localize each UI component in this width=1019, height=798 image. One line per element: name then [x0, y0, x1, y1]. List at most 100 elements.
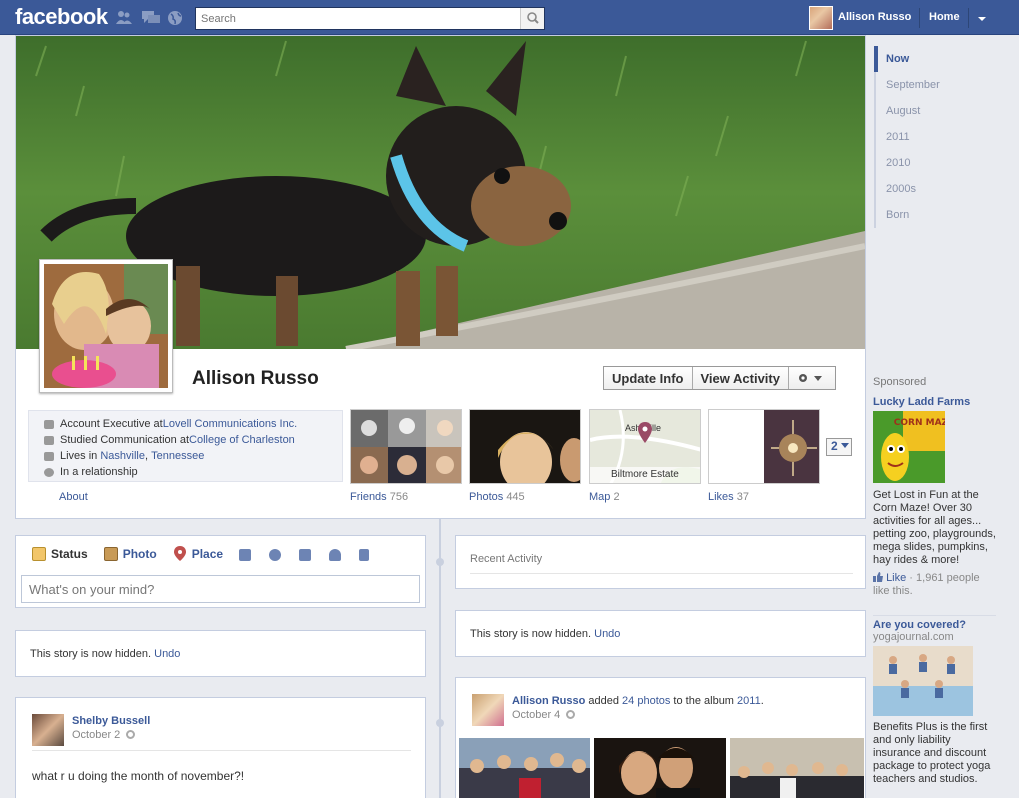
ad-image[interactable]: CORN MAZE [873, 411, 954, 483]
school-link[interactable]: College of Charleston [189, 434, 295, 446]
ad-title[interactable]: Are you covered? [873, 619, 998, 631]
map-pin-icon [638, 422, 652, 443]
photos-preview-image [470, 410, 580, 483]
thumbs-up-icon [873, 572, 883, 582]
status-icon [32, 547, 46, 561]
map-place-label: Biltmore Estate [590, 467, 700, 483]
friends-tile[interactable] [350, 409, 462, 484]
view-activity-button[interactable]: View Activity [693, 367, 789, 389]
post-author-link[interactable]: Shelby Bussell [72, 715, 150, 727]
ad-lucky-ladd[interactable]: Lucky Ladd Farms CORN MAZE Get Lost in F… [873, 396, 998, 598]
search-button[interactable] [520, 8, 544, 29]
employer-link[interactable]: Lovell Communications Inc. [163, 418, 298, 430]
ad-yoga-journal[interactable]: Are you covered? yogajournal.com Benefit… [873, 619, 998, 786]
photos-tile[interactable] [469, 409, 581, 484]
author-avatar[interactable] [472, 694, 504, 726]
timeline-marker [436, 719, 444, 727]
nav-divider [919, 8, 920, 28]
status-input[interactable]: What's on your mind? [21, 575, 420, 603]
user-avatar[interactable] [809, 6, 833, 30]
map-link[interactable]: Map 2 [589, 491, 620, 503]
status-composer: Status Photo Place What's on your mind? [15, 535, 426, 608]
wedding-group-image [730, 738, 864, 798]
heart-icon [44, 467, 54, 477]
life-event-home-icon[interactable] [299, 549, 312, 561]
recent-activity-heading[interactable]: Recent Activity [470, 553, 542, 565]
notifications-globe-icon[interactable] [167, 10, 183, 25]
recent-activity-box: Recent Activity [455, 535, 866, 589]
likes-link[interactable]: Likes 37 [708, 491, 749, 503]
life-event-work-icon[interactable] [239, 549, 252, 561]
life-event-milestone-icon[interactable] [359, 549, 370, 561]
photo-tab[interactable]: Photo [103, 546, 157, 562]
about-link[interactable]: About [59, 491, 88, 503]
composer-tabs: Status Photo Place [32, 546, 387, 562]
timeline-nav-2010[interactable]: 2010 [874, 150, 1004, 176]
post-text: what r u doing the month of november?! [32, 769, 245, 783]
life-event-health-icon[interactable] [329, 549, 342, 561]
couple-photo-image [594, 738, 726, 798]
ad-image-text: CORN MAZE [894, 418, 945, 428]
timeline-nav-august[interactable]: August [874, 98, 1004, 124]
post-audience-icon[interactable] [566, 710, 576, 719]
top-bar: facebook Allison Russo Home [0, 0, 1019, 35]
ad-image[interactable] [873, 646, 973, 716]
post-author-link[interactable]: Allison Russo [512, 695, 585, 707]
map-tile[interactable]: Asheville Biltmore Estate [589, 409, 701, 484]
profile-photo-image [44, 264, 168, 388]
search-input[interactable] [196, 8, 516, 29]
work-info: Account Executive at Lovell Communicatio… [44, 416, 342, 432]
settings-dropdown-button[interactable] [789, 367, 835, 389]
album-photo[interactable] [594, 738, 726, 798]
facebook-logo[interactable]: facebook [15, 4, 108, 30]
timeline-nav-2000s[interactable]: 2000s [874, 176, 1004, 202]
photos-link[interactable]: Photos 445 [469, 491, 525, 503]
undo-link[interactable]: Undo [594, 628, 620, 640]
author-avatar[interactable] [32, 714, 64, 746]
group-photo-image [459, 738, 590, 798]
nav-divider [968, 8, 969, 28]
briefcase-icon [44, 419, 54, 429]
city-link[interactable]: Nashville [100, 450, 145, 462]
gear-icon [798, 374, 822, 382]
timeline-nav-september[interactable]: September [874, 72, 1004, 98]
friend-requests-icon[interactable] [116, 10, 132, 25]
profile-actions: Update Info View Activity [603, 366, 836, 390]
album-link[interactable]: 2011 [737, 695, 761, 707]
likes-tile[interactable] [708, 409, 820, 484]
more-tiles-button[interactable]: 2 [826, 438, 852, 456]
timeline-date-nav: Now September August 2011 2010 2000s Bor… [874, 46, 1004, 228]
status-tab[interactable]: Status [32, 546, 88, 562]
home-nav-link[interactable]: Home [929, 11, 960, 23]
divider [470, 573, 853, 574]
update-info-button[interactable]: Update Info [604, 367, 693, 389]
post-headline: Allison Russo added 24 photos to the alb… [512, 695, 764, 707]
hidden-story-text: This story is now hidden. [470, 628, 592, 640]
life-event-family-icon[interactable] [269, 549, 282, 561]
ad-body: Get Lost in Fun at the Corn Maze! Over 3… [873, 489, 996, 566]
post-date[interactable]: October 2 [72, 729, 120, 741]
album-photo[interactable] [730, 738, 864, 798]
profile-nav-link[interactable]: Allison Russo [838, 11, 911, 23]
undo-link[interactable]: Undo [154, 648, 180, 660]
ad-title[interactable]: Lucky Ladd Farms [873, 396, 998, 408]
messages-icon[interactable] [142, 10, 160, 25]
post-audience-icon[interactable] [126, 730, 136, 739]
photos-count-link[interactable]: 24 photos [622, 695, 670, 707]
state-link[interactable]: Tennessee [151, 450, 204, 462]
friends-link[interactable]: Friends 756 [350, 491, 408, 503]
search-bar [195, 7, 545, 30]
place-pin-icon [173, 546, 186, 561]
post-date[interactable]: October 4 [512, 709, 560, 721]
place-tab[interactable]: Place [173, 546, 223, 562]
profile-picture[interactable] [39, 259, 173, 393]
post-shelby: Shelby Bussell October 2 what r u doing … [15, 697, 426, 798]
account-menu-button[interactable] [973, 8, 991, 28]
timeline-nav-born[interactable]: Born [874, 202, 1004, 228]
graduation-icon [44, 435, 54, 445]
timeline-nav-2011[interactable]: 2011 [874, 124, 1004, 150]
timeline-nav-now[interactable]: Now [874, 46, 1004, 72]
hidden-story-text: This story is now hidden. [30, 648, 152, 660]
album-photo[interactable] [459, 738, 590, 798]
ad-like-button[interactable]: Like [873, 572, 906, 584]
